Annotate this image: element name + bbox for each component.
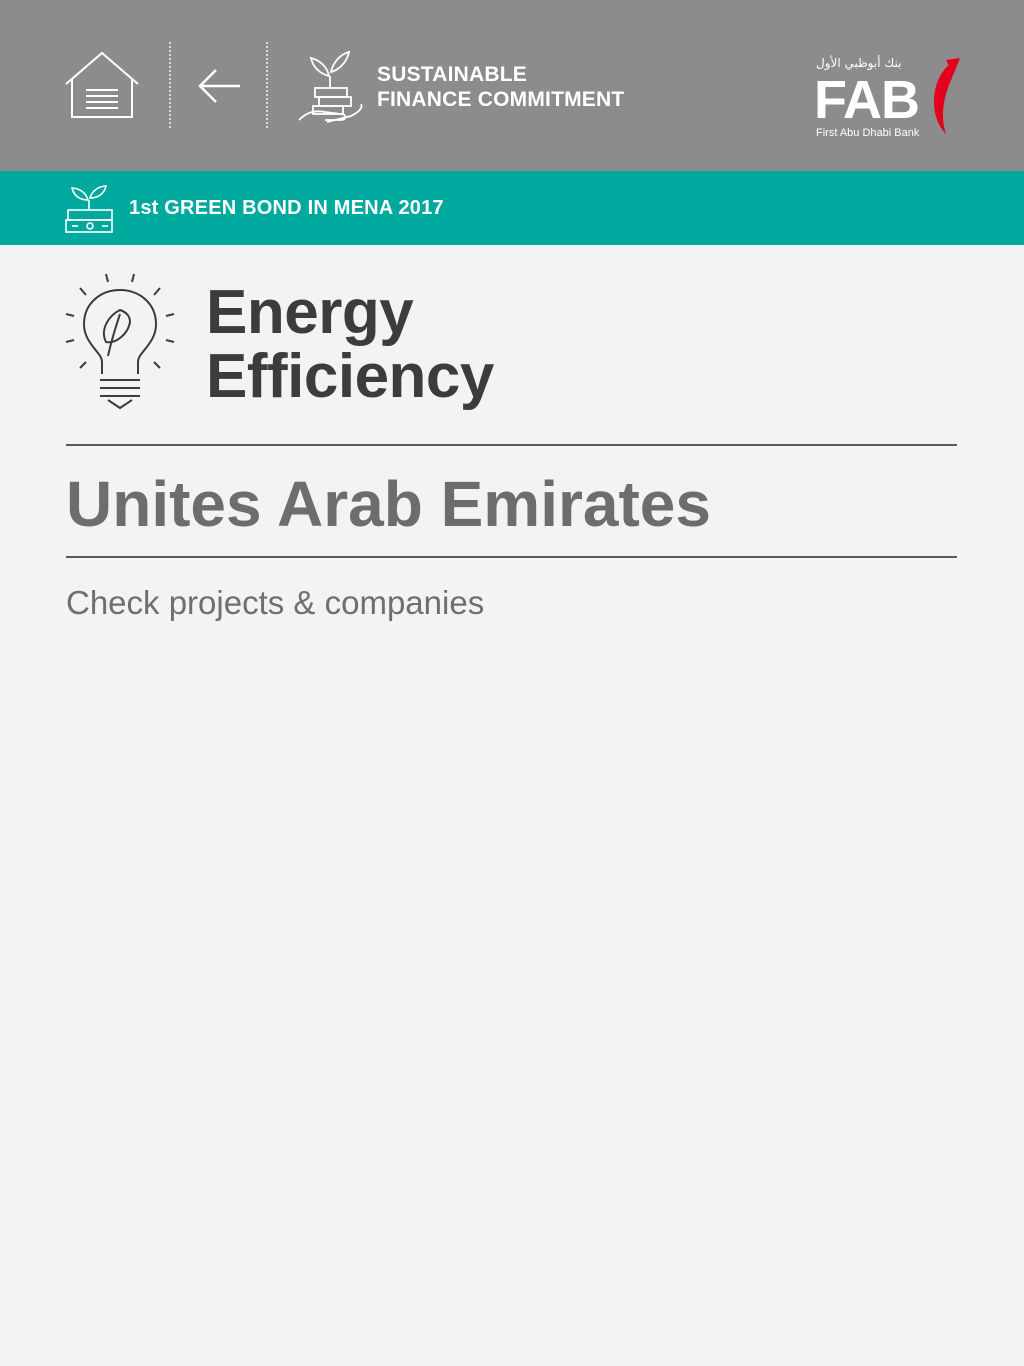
category-title: Energy Efficiency	[206, 281, 494, 409]
top-header: SUSTAINABLE FINANCE COMMITMENT بنك أبوظب…	[0, 0, 1024, 171]
back-button[interactable]	[196, 64, 242, 108]
logo-swoosh-icon	[934, 58, 960, 134]
section-title: SUSTAINABLE FINANCE COMMITMENT	[377, 62, 677, 112]
green-bond-text: 1st GREEN BOND IN MENA 2017	[129, 197, 444, 219]
sustainable-finance-icon	[298, 50, 363, 123]
section-title-line1: SUSTAINABLE	[377, 63, 527, 86]
header-divider	[169, 42, 171, 128]
check-projects-link[interactable]: Check projects & companies	[66, 583, 484, 623]
divider-top	[66, 444, 957, 446]
logo-wordmark: FAB	[814, 70, 920, 130]
lightbulb-leaf-icon	[65, 273, 175, 410]
home-icon	[65, 51, 139, 118]
section-title-line2: FINANCE COMMITMENT	[377, 88, 625, 111]
divider-bottom	[66, 556, 957, 558]
header-divider	[266, 42, 268, 128]
category-title-line2: Efficiency	[206, 342, 494, 411]
logo-arabic-text: بنك أبوظبي الأول	[816, 56, 902, 70]
back-arrow-icon	[198, 69, 240, 103]
green-bond-icon	[65, 185, 113, 233]
fab-logo: بنك أبوظبي الأول FAB First Abu Dhabi Ban…	[812, 52, 962, 144]
home-button[interactable]	[64, 50, 140, 120]
country-heading: Unites Arab Emirates	[66, 468, 711, 540]
category-title-line1: Energy	[206, 278, 414, 347]
logo-bank-name: First Abu Dhabi Bank	[816, 127, 920, 139]
